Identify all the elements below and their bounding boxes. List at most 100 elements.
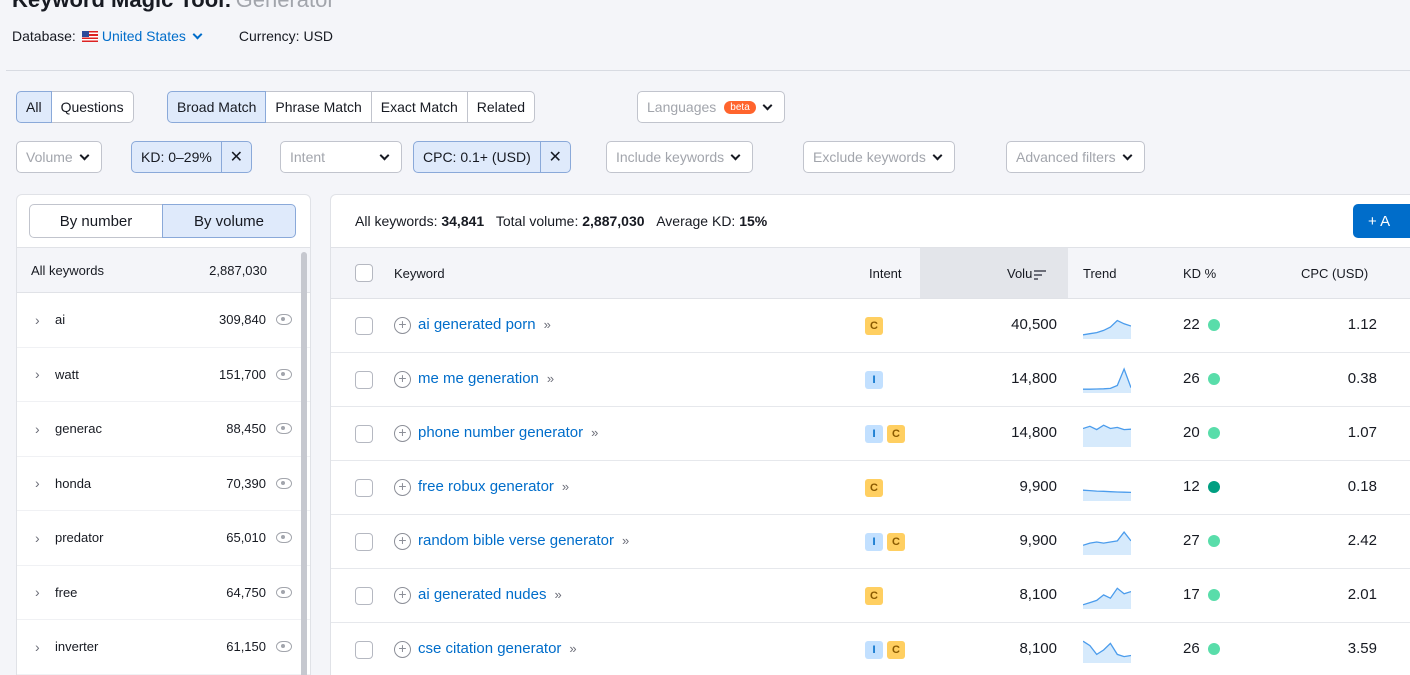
- group-item-watt[interactable]: › watt 151,700: [17, 348, 310, 402]
- total-volume-value: 2,887,030: [582, 213, 645, 229]
- group-volume: 64,750: [226, 584, 266, 600]
- row-checkbox[interactable]: [355, 425, 373, 443]
- group-volume: 61,150: [226, 639, 266, 655]
- tab-phrase-match[interactable]: Phrase Match: [265, 91, 372, 123]
- row-checkbox[interactable]: [355, 317, 373, 335]
- keyword-text: ai generated nudes: [418, 586, 547, 603]
- group-item-generac[interactable]: › generac 88,450: [17, 402, 310, 457]
- column-kd[interactable]: KD %: [1183, 266, 1216, 281]
- groups-header[interactable]: All keywords 2,887,030: [17, 247, 310, 293]
- add-keyword-icon[interactable]: +: [394, 587, 411, 604]
- volume-value: 9,900: [1019, 532, 1057, 549]
- database-selector[interactable]: United States: [80, 28, 205, 44]
- double-chevron-icon[interactable]: »: [544, 317, 551, 332]
- cpc-filter-chip[interactable]: CPC: 0.1+ (USD) ✕: [413, 141, 571, 173]
- tab-exact-match[interactable]: Exact Match: [370, 91, 468, 123]
- close-icon[interactable]: ✕: [539, 142, 570, 172]
- average-kd-label: Average KD:: [656, 213, 736, 229]
- volume-filter[interactable]: Volume: [16, 141, 102, 173]
- intent-badge: C: [887, 533, 905, 551]
- cpc-filter-label: CPC: 0.1+ (USD): [423, 149, 531, 165]
- kd-value: 26: [1183, 640, 1200, 657]
- kd-indicator: [1207, 372, 1220, 385]
- group-item-free[interactable]: › free 64,750: [17, 566, 310, 620]
- row-checkbox[interactable]: [355, 587, 373, 605]
- row-checkbox[interactable]: [355, 371, 373, 389]
- add-keyword-icon[interactable]: +: [394, 371, 411, 388]
- chevron-right-icon: ›: [35, 366, 40, 383]
- group-name: predator: [55, 530, 104, 546]
- intent-badges: C: [865, 479, 883, 497]
- column-volume[interactable]: Volu: [1007, 266, 1047, 281]
- languages-label: Languages: [647, 99, 717, 115]
- row-checkbox[interactable]: [355, 641, 373, 659]
- keyword-link[interactable]: me me generation »: [418, 370, 554, 387]
- add-keyword-icon[interactable]: +: [394, 479, 411, 496]
- double-chevron-icon[interactable]: »: [591, 425, 598, 440]
- add-keyword-icon[interactable]: +: [394, 317, 411, 334]
- keyword-link[interactable]: ai generated nudes »: [418, 586, 562, 603]
- column-volume-label: Volu: [1007, 266, 1033, 281]
- tab-questions[interactable]: Questions: [50, 91, 134, 123]
- trend-area: [1083, 641, 1131, 663]
- groups-scrollbar[interactable]: [301, 252, 307, 675]
- tab-broad-match[interactable]: Broad Match: [167, 91, 267, 123]
- add-to-list-button[interactable]: + A: [1353, 204, 1410, 238]
- eye-icon[interactable]: [276, 314, 292, 326]
- column-cpc[interactable]: CPC (USD): [1301, 266, 1368, 281]
- row-checkbox[interactable]: [355, 533, 373, 551]
- select-all-checkbox[interactable]: [355, 264, 373, 282]
- all-keywords-count: 34,841: [441, 213, 485, 229]
- table-header: Keyword Intent Volu Trend KD % CPC (USD): [331, 247, 1410, 299]
- volume-value: 9,900: [1019, 478, 1057, 495]
- double-chevron-icon[interactable]: »: [562, 479, 569, 494]
- add-keyword-icon[interactable]: +: [394, 641, 411, 658]
- languages-dropdown[interactable]: Languages beta: [637, 91, 785, 123]
- beta-badge: beta: [724, 100, 756, 114]
- eye-icon[interactable]: [276, 586, 292, 598]
- advanced-filters[interactable]: Advanced filters: [1006, 141, 1145, 173]
- group-item-honda[interactable]: › honda 70,390: [17, 457, 310, 511]
- group-item-ai[interactable]: › ai 309,840: [17, 293, 310, 348]
- add-keyword-icon[interactable]: +: [394, 533, 411, 550]
- group-item-predator[interactable]: › predator 65,010: [17, 511, 310, 566]
- double-chevron-icon[interactable]: »: [554, 587, 561, 602]
- group-name: free: [55, 584, 78, 600]
- tab-all[interactable]: All: [16, 91, 52, 123]
- keyword-link[interactable]: random bible verse generator »: [418, 532, 629, 549]
- double-chevron-icon[interactable]: »: [547, 371, 554, 386]
- group-item-inverter[interactable]: › inverter 61,150: [17, 620, 310, 675]
- column-intent[interactable]: Intent: [869, 266, 902, 281]
- tab-related[interactable]: Related: [466, 91, 536, 123]
- double-chevron-icon[interactable]: »: [569, 641, 576, 656]
- by-volume-button[interactable]: By volume: [162, 204, 296, 238]
- kd-cell: 20: [1183, 424, 1220, 441]
- intent-badge: I: [865, 425, 883, 443]
- add-keyword-icon[interactable]: +: [394, 425, 411, 442]
- group-by-toggle: By number By volume: [29, 204, 296, 238]
- cpc-value: 2.42: [1347, 532, 1377, 549]
- eye-icon[interactable]: [276, 477, 292, 489]
- eye-icon[interactable]: [276, 368, 292, 380]
- column-keyword[interactable]: Keyword: [394, 266, 445, 281]
- intent-filter[interactable]: Intent: [280, 141, 402, 173]
- eye-icon[interactable]: [276, 641, 292, 653]
- row-checkbox[interactable]: [355, 479, 373, 497]
- eye-icon[interactable]: [276, 532, 292, 544]
- keyword-link[interactable]: phone number generator »: [418, 424, 598, 441]
- double-chevron-icon[interactable]: »: [622, 533, 629, 548]
- kd-filter-chip[interactable]: KD: 0–29% ✕: [131, 141, 252, 173]
- keyword-link[interactable]: ai generated porn »: [418, 316, 551, 333]
- trend-sparkline: [1083, 531, 1131, 555]
- keyword-link[interactable]: free robux generator »: [418, 478, 569, 495]
- intent-badges: C: [865, 317, 883, 335]
- eye-icon[interactable]: [276, 423, 292, 435]
- by-number-button[interactable]: By number: [29, 204, 163, 238]
- keyword-link[interactable]: cse citation generator »: [418, 640, 577, 657]
- include-keywords-filter[interactable]: Include keywords: [606, 141, 754, 173]
- chevron-down-icon: [79, 150, 90, 161]
- intent-filter-label: Intent: [290, 149, 326, 165]
- exclude-keywords-filter[interactable]: Exclude keywords: [803, 141, 955, 173]
- include-keywords-label: Include keywords: [616, 149, 725, 165]
- close-icon[interactable]: ✕: [220, 142, 251, 172]
